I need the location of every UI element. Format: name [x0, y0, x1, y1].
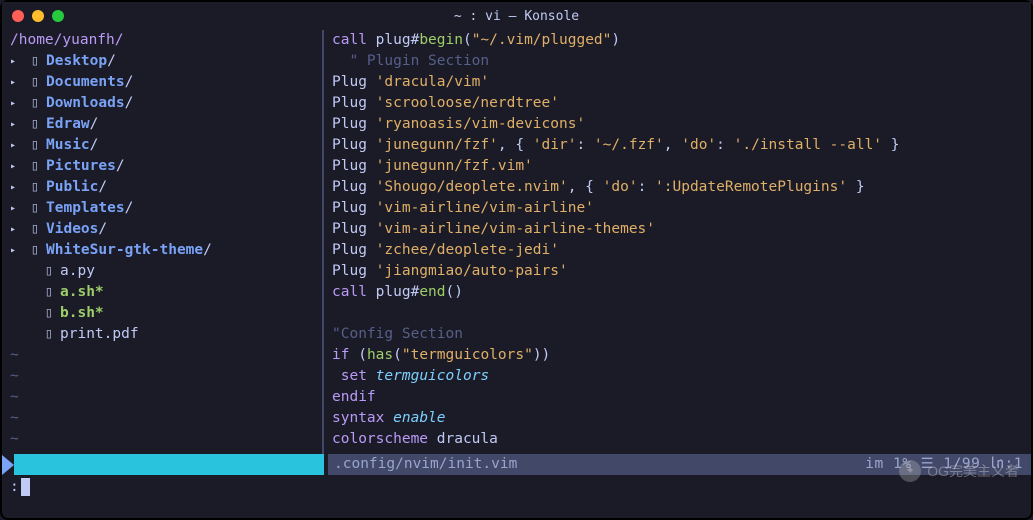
tree-item-label: print.pdf [60, 324, 139, 345]
code-line: call plug#end() [332, 282, 1031, 303]
file-icon: ▯ [38, 324, 60, 345]
status-bar: .config/nvim/init.vim im 1% ☰ 1/99 ㏑:1 [2, 454, 1031, 475]
code-line: Plug 'dracula/vim' [332, 72, 1031, 93]
tree-dir[interactable]: ▸▯Documents/ [10, 72, 322, 93]
code-line: Plug 'vim-airline/vim-airline' [332, 198, 1031, 219]
tree-file[interactable]: ▯b.sh* [10, 303, 322, 324]
code-line: Plug 'Shougo/deoplete.nvim', { 'do': ':U… [332, 177, 1031, 198]
chevron-right-icon: ▸ [10, 72, 24, 93]
folder-icon: ▯ [24, 135, 46, 156]
mode-arrow-icon [2, 455, 14, 475]
code-line: "Config Section [332, 324, 1031, 345]
code-line: syntax enable [332, 408, 1031, 429]
code-line: Plug 'scrooloose/nerdtree' [332, 93, 1031, 114]
chevron-right-icon: ▸ [10, 51, 24, 72]
code-line: Plug 'jiangmiao/auto-pairs' [332, 261, 1031, 282]
chevron-right-icon: ▸ [10, 135, 24, 156]
code-line: if (has("termguicolors")) [332, 345, 1031, 366]
code-line: endif [332, 387, 1031, 408]
tree-dir[interactable]: ▸▯Pictures/ [10, 156, 322, 177]
chevron-right-icon: ▸ [10, 240, 24, 261]
tree-item-label: b.sh [60, 303, 95, 324]
status-filename: .config/nvim/init.vim [334, 454, 517, 475]
folder-icon: ▯ [24, 114, 46, 135]
folder-icon: ▯ [24, 72, 46, 93]
code-line: call plug#begin("~/.vim/plugged") [332, 30, 1031, 51]
tree-item-label: Documents [46, 72, 125, 93]
current-path: /home/yuanfh/ [2, 30, 322, 51]
empty-line-tilde: ~ [2, 429, 322, 450]
tree-item-label: Templates [46, 198, 125, 219]
main-content: /home/yuanfh/ ▸▯Desktop/▸▯Documents/▸▯Do… [2, 30, 1031, 454]
window-title: ~ : vi — Konsole [2, 6, 1031, 27]
tree-item-label: Downloads [46, 93, 125, 114]
tree-dir[interactable]: ▸▯Desktop/ [10, 51, 322, 72]
chevron-right-icon: ▸ [10, 114, 24, 135]
empty-line-tilde: ~ [2, 345, 322, 366]
tree-item-label: Desktop [46, 51, 107, 72]
tree-item-label: Edraw [46, 114, 90, 135]
tree-item-label: Videos [46, 219, 98, 240]
tree-item-label: a.py [60, 261, 95, 282]
file-icon: ▯ [38, 261, 60, 282]
editor-pane[interactable]: call plug#begin("~/.vim/plugged") " Plug… [324, 30, 1031, 454]
file-icon: ▯ [38, 282, 60, 303]
empty-line-tilde: ~ [2, 387, 322, 408]
tree-dir[interactable]: ▸▯Downloads/ [10, 93, 322, 114]
cmd-prompt: : [10, 477, 19, 498]
tree-item-label: a.sh [60, 282, 95, 303]
tree-item-label: Public [46, 177, 98, 198]
tree-item-label: Pictures [46, 156, 116, 177]
tree-dir[interactable]: ▸▯Templates/ [10, 198, 322, 219]
folder-icon: ▯ [24, 93, 46, 114]
chevron-right-icon: ▸ [10, 156, 24, 177]
tree-dir[interactable]: ▸▯Edraw/ [10, 114, 322, 135]
folder-icon: ▯ [24, 198, 46, 219]
tree-list: ▸▯Desktop/▸▯Documents/▸▯Downloads/▸▯Edra… [2, 51, 322, 345]
code-line: colorscheme dracula [332, 429, 1031, 450]
command-line[interactable]: : [2, 475, 1031, 499]
chevron-right-icon: ▸ [10, 219, 24, 240]
tree-dir[interactable]: ▸▯WhiteSur-gtk-theme/ [10, 240, 322, 261]
folder-icon: ▯ [24, 219, 46, 240]
code-line [332, 303, 1031, 324]
folder-icon: ▯ [24, 51, 46, 72]
tree-file[interactable]: ▯a.sh* [10, 282, 322, 303]
status-left [2, 454, 324, 475]
tree-item-label: WhiteSur-gtk-theme [46, 240, 203, 261]
code-line: Plug 'zchee/deoplete-jedi' [332, 240, 1031, 261]
watermark: ✦ OG完美主义者 [899, 460, 1019, 482]
code-line: " Plugin Section [332, 51, 1031, 72]
code-line: set termguicolors [332, 366, 1031, 387]
tree-dir[interactable]: ▸▯Music/ [10, 135, 322, 156]
chevron-right-icon: ▸ [10, 177, 24, 198]
file-icon: ▯ [38, 303, 60, 324]
tree-dir[interactable]: ▸▯Videos/ [10, 219, 322, 240]
chevron-right-icon: ▸ [10, 93, 24, 114]
cursor-icon [21, 478, 30, 496]
code-line: Plug 'junegunn/fzf.vim' [332, 156, 1031, 177]
tree-file[interactable]: ▯a.py [10, 261, 322, 282]
empty-line-tilde: ~ [2, 408, 322, 429]
code-line: Plug 'junegunn/fzf', { 'dir': '~/.fzf', … [332, 135, 1031, 156]
code-line: Plug 'vim-airline/vim-airline-themes' [332, 219, 1031, 240]
file-tree-sidebar[interactable]: /home/yuanfh/ ▸▯Desktop/▸▯Documents/▸▯Do… [2, 30, 324, 454]
tree-file[interactable]: ▯print.pdf [10, 324, 322, 345]
tree-item-label: Music [46, 135, 90, 156]
empty-line-tilde: ~ [2, 366, 322, 387]
code-line: Plug 'ryanoasis/vim-devicons' [332, 114, 1031, 135]
folder-icon: ▯ [24, 240, 46, 261]
folder-icon: ▯ [24, 177, 46, 198]
titlebar: ~ : vi — Konsole [2, 2, 1031, 30]
chevron-right-icon: ▸ [10, 198, 24, 219]
tree-dir[interactable]: ▸▯Public/ [10, 177, 322, 198]
folder-icon: ▯ [24, 156, 46, 177]
avatar-icon: ✦ [899, 460, 921, 482]
